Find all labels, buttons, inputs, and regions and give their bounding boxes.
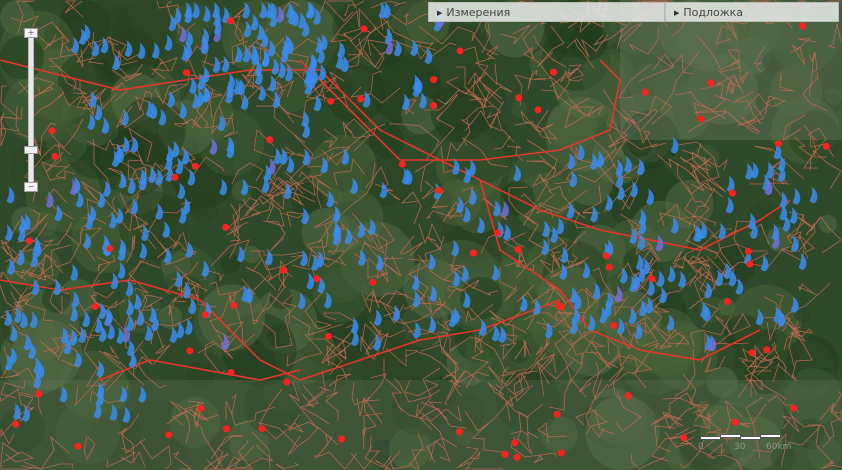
settlement-dot[interactable] [707,79,715,87]
settlement-dot[interactable] [748,349,756,357]
settlement-dot[interactable] [222,223,230,231]
measure-panel-toggle[interactable]: ▶ Измерения [428,2,665,22]
settlement-dot[interactable] [171,173,179,181]
settlement-dot[interactable] [697,115,705,123]
settlement-dot[interactable] [723,298,731,305]
expand-triangle-icon: ▶ [674,9,680,17]
settlement-dot[interactable] [51,152,59,160]
measure-label: Измерения [446,6,511,19]
settlement-dot[interactable] [790,404,798,412]
settlement-dot[interactable] [470,249,477,257]
settlement-dot[interactable] [728,189,736,197]
settlement-dot[interactable] [763,346,771,354]
settlement-dot[interactable] [430,102,438,109]
settlement-dot[interactable] [641,88,649,96]
settlement-dot[interactable] [74,442,82,450]
satellite-map[interactable] [0,0,842,470]
settlement-dot[interactable] [435,186,443,194]
settlement-dot[interactable] [515,94,523,102]
settlement-dot[interactable] [357,95,365,103]
settlement-dot[interactable] [513,453,521,461]
scale-bar: 0 30 60km [698,434,791,454]
settlement-dot[interactable] [223,425,230,433]
settlement-dot[interactable] [745,247,752,255]
zoom-handle[interactable] [24,146,38,154]
zoom-in-button[interactable]: + [24,28,38,38]
settlement-dot[interactable] [430,76,438,84]
settlement-dot[interactable] [610,322,618,330]
settlement-dot[interactable] [183,69,190,77]
settlement-dot[interactable] [746,260,754,268]
settlement-dot[interactable] [266,136,274,144]
settlement-dot[interactable] [369,278,377,286]
settlement-dot[interactable] [553,410,561,418]
basemap-panel-toggle[interactable]: ▶ Подложка [665,2,839,22]
settlement-dot[interactable] [338,435,346,443]
settlement-dot[interactable] [511,439,519,447]
settlement-dot[interactable] [197,405,205,412]
settlement-dot[interactable] [35,390,43,398]
settlement-dot[interactable] [648,275,656,283]
settlement-dot[interactable] [327,97,335,105]
scale-label: 60km [766,442,792,452]
zoom-slider[interactable]: + − [24,28,38,192]
scale-label: 0 [698,442,704,452]
settlement-dot[interactable] [25,237,33,245]
settlement-dot[interactable] [555,302,563,309]
settlement-dot[interactable] [227,17,234,25]
settlement-dot[interactable] [91,303,99,310]
settlement-dot[interactable] [165,431,173,439]
settlement-dot[interactable] [12,420,20,428]
settlement-dot[interactable] [456,47,464,55]
settlement-dot[interactable] [501,451,509,458]
settlement-dot[interactable] [325,332,332,340]
settlement-dot[interactable] [557,449,565,457]
settlement-dot[interactable] [202,311,209,319]
settlement-dot[interactable] [493,229,501,237]
settlement-dot[interactable] [186,347,194,355]
settlement-dot[interactable] [230,302,238,309]
settlement-dot[interactable] [227,369,235,376]
settlement-dot[interactable] [799,22,807,30]
settlement-dot[interactable] [605,263,613,271]
settlement-dot[interactable] [624,392,632,400]
settlement-dot[interactable] [106,245,114,253]
settlement-dot[interactable] [534,106,542,114]
settlement-dot[interactable] [775,140,782,148]
settlement-dot[interactable] [280,266,288,274]
settlement-dot[interactable] [191,162,199,170]
settlement-dot[interactable] [680,434,688,442]
expand-triangle-icon: ▶ [437,9,443,17]
settlement-dot[interactable] [514,246,522,253]
basemap-label: Подложка [683,6,744,19]
settlement-dot[interactable] [731,418,739,426]
settlement-dot[interactable] [398,160,406,168]
settlement-dot[interactable] [822,142,830,150]
scale-label: 30 [734,442,746,452]
zoom-track[interactable] [28,34,34,186]
settlement-dot[interactable] [48,127,56,135]
settlement-dot[interactable] [455,428,463,436]
settlement-dot[interactable] [360,25,368,33]
settlement-dot[interactable] [258,425,266,433]
settlement-dot[interactable] [550,68,557,76]
settlement-dot[interactable] [283,378,291,386]
settlement-dot[interactable] [602,252,610,260]
zoom-out-button[interactable]: − [24,182,38,192]
settlement-dot[interactable] [313,275,321,283]
